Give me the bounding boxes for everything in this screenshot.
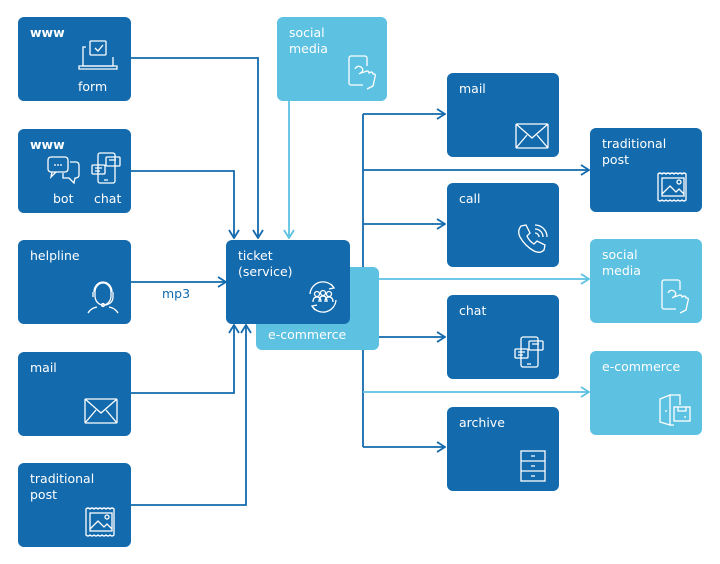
output-mail[interactable]: mail bbox=[447, 73, 559, 157]
phone-touch-icon bbox=[348, 55, 376, 90]
input-helpline[interactable]: helpline bbox=[18, 240, 131, 324]
input-mail[interactable]: mail bbox=[18, 352, 131, 436]
sublabel-chat: chat bbox=[94, 191, 122, 206]
door-package-icon bbox=[659, 394, 691, 426]
hub-title: ticket (service) bbox=[238, 248, 293, 279]
box-title: mail bbox=[30, 360, 57, 375]
input-traditional-post[interactable]: traditional post bbox=[18, 463, 131, 547]
box-title: mail bbox=[459, 81, 486, 96]
box-title: traditional post bbox=[602, 136, 667, 167]
edge-www-chat bbox=[130, 170, 234, 238]
box-title: call bbox=[459, 191, 481, 206]
box-title: e-commerce bbox=[602, 359, 681, 374]
output-ecommerce[interactable]: e-commerce bbox=[590, 351, 702, 435]
output-social-media[interactable]: social media bbox=[590, 239, 702, 323]
edge-post-in bbox=[130, 325, 246, 506]
hub-secondary-label: e-commerce bbox=[268, 327, 347, 342]
headset-agent-icon bbox=[87, 281, 119, 314]
chat-bubbles-icon bbox=[47, 156, 80, 185]
box-title: archive bbox=[459, 415, 505, 430]
output-chat[interactable]: chat bbox=[447, 295, 559, 379]
output-traditional-post[interactable]: traditional post bbox=[590, 128, 702, 212]
box-title: social media bbox=[602, 247, 641, 278]
edge-label-mp3: mp3 bbox=[162, 286, 191, 301]
phone-call-icon bbox=[518, 224, 548, 253]
box-title: traditional post bbox=[30, 471, 95, 502]
envelope-icon bbox=[515, 123, 549, 149]
box-title: social media bbox=[289, 25, 328, 56]
output-call[interactable]: call bbox=[447, 183, 559, 267]
box-title: chat bbox=[459, 303, 487, 318]
stamp-icon bbox=[85, 507, 115, 537]
team-cycle-icon bbox=[309, 281, 337, 313]
input-www-chat[interactable]: www bot chat bbox=[18, 129, 131, 213]
hub-ticket-service[interactable]: ticket (service) bbox=[226, 240, 350, 324]
output-archive[interactable]: archive bbox=[447, 407, 559, 491]
laptop-form-icon bbox=[78, 40, 118, 70]
phone-chat-icon bbox=[514, 336, 544, 368]
input-social-media[interactable]: social media bbox=[277, 17, 387, 101]
edge-www-form bbox=[130, 57, 258, 238]
input-www-form[interactable]: www form bbox=[18, 17, 131, 101]
phone-touch-icon bbox=[661, 279, 689, 314]
sublabel-bot: bot bbox=[53, 191, 74, 206]
box-title: helpline bbox=[30, 248, 80, 263]
cabinet-icon bbox=[520, 450, 546, 482]
edge-mail-in bbox=[130, 325, 234, 394]
envelope-icon bbox=[84, 398, 118, 424]
sublabel-form: form bbox=[78, 79, 108, 94]
stamp-icon bbox=[657, 172, 687, 202]
phone-chat-icon bbox=[91, 152, 121, 184]
